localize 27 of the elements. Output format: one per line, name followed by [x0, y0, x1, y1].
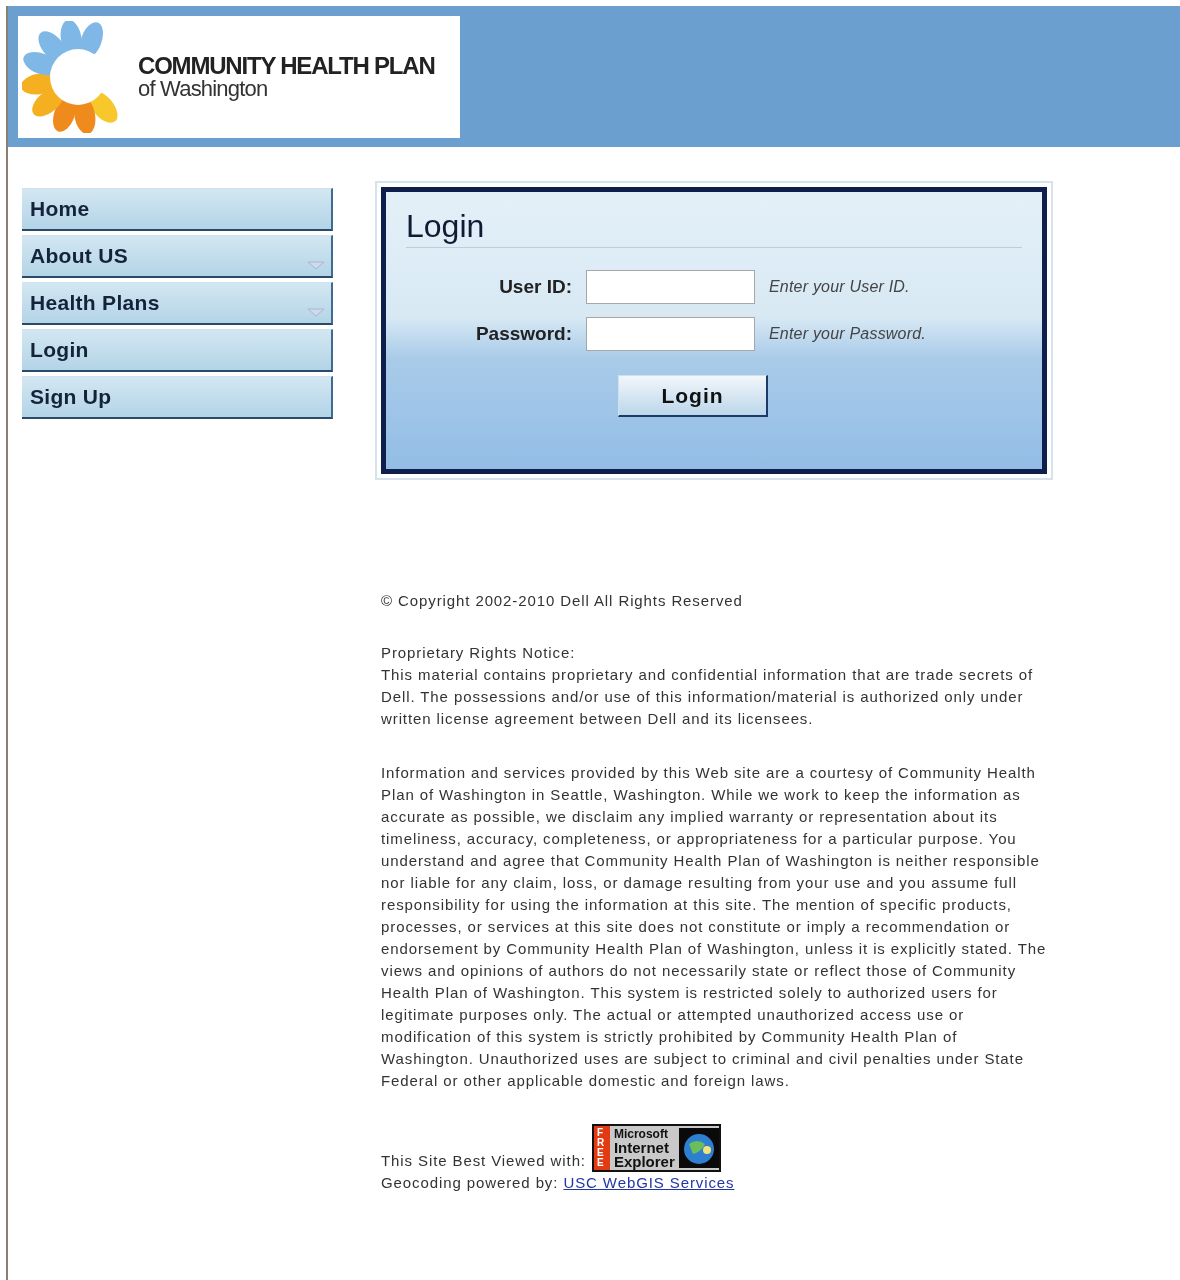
geocoding-label: Geocoding powered by: [381, 1174, 559, 1191]
field-label: User ID: [498, 276, 572, 298]
notice-text: This material contains proprietary and confidential information that are trade secrets of Dell. The possessions and/or use of this information/material is authorized only under written license agreement between Dell and its licensees. [381, 665, 1035, 729]
field-label: Password: [474, 323, 572, 345]
copyright-text: © Copyright 2002-2010 Dell All Rights Reserved [381, 591, 744, 611]
caret-icon [307, 261, 325, 270]
nav-menu-item[interactable]: Sign Up [22, 376, 333, 419]
badge-text: Microsoft [613, 1127, 669, 1141]
globe-icon [678, 1128, 719, 1168]
badge-text: Internet [613, 1141, 670, 1155]
login-button[interactable]: Login [618, 375, 768, 417]
nav-menu-item[interactable]: Health Plans [22, 282, 333, 325]
nav-menu-item[interactable]: Home [22, 188, 333, 231]
input-field[interactable] [586, 270, 755, 304]
field-hint: Enter your User ID. [769, 278, 911, 296]
nav-menu-item[interactable]: Login [22, 329, 333, 372]
notice-title: Proprietary Rights Notice: [381, 643, 577, 663]
disclaimer-text: Information and services provided by this Web site are a courtesy of Community Health Plan of Washington in Seattle, Washington. While we work to keep the information as accurate as possible, we disclaim any implied warranty or representation about its timeliness, accuracy, completeness, or appropriateness for a particular purpose. You understand and agree that Community Health Plan of Washington is neither responsible nor liable for any claim, loss, or damage resulting from your use and you assume full responsibility for using the information at this site. The mention of specific products, processes, or services at this site does not constitute or imply a recommendation or endorsement by Community Health Plan of Washington, unless it is explicitly stated. The views and opinions of authors do not necessarily state or reflect those of Community Health Plan of Washington. This system is restricted solely to authorized users for legitimate purposes only. The actual or attempted unauthorized access use or modification of this system is strictly prohibited by Community Health Plan of Washington. Unauthorized uses are subject to criminal and civil penalties under State Federal or other applicable domestic and foreign laws. [381, 763, 1048, 1091]
badge-ribbon: FREE [593, 1126, 610, 1170]
field-hint: Enter your Password. [769, 325, 927, 343]
best-viewed-text: This Site Best Viewed with: [381, 1151, 586, 1171]
badge-text: Explorer [613, 1155, 675, 1169]
login-title: Login [406, 208, 1022, 248]
input-field[interactable] [586, 317, 755, 351]
caret-icon [307, 308, 325, 317]
geocoding-link[interactable]: USC WebGIS Services [563, 1174, 735, 1191]
nav-menu-item[interactable]: About US [22, 235, 333, 278]
